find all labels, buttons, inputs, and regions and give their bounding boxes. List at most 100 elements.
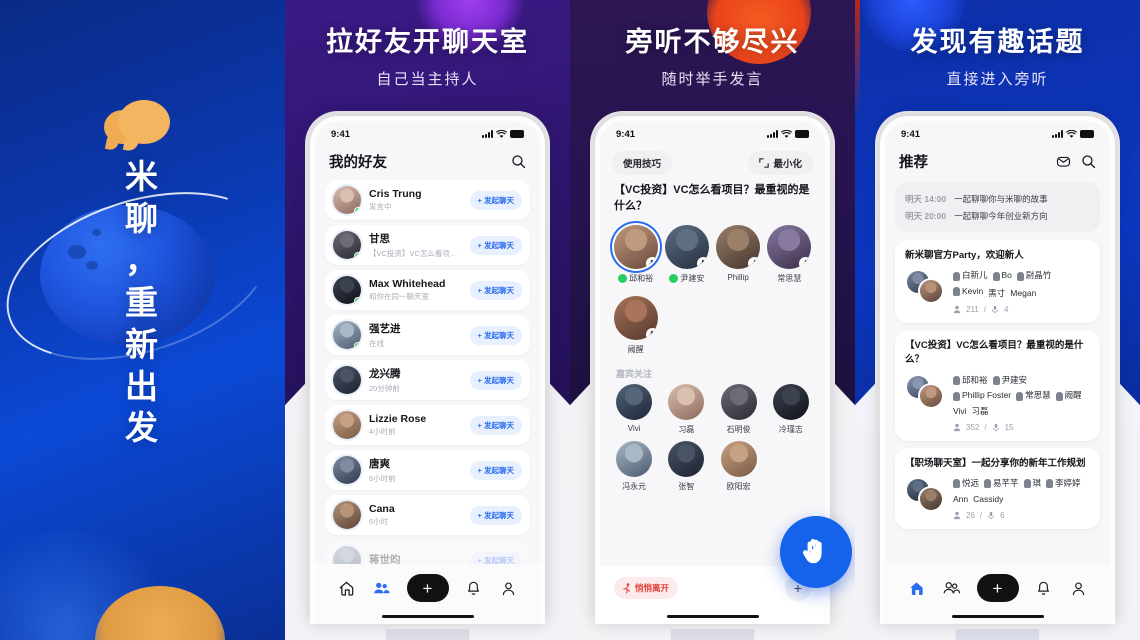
speaker-tile[interactable]: Phillip bbox=[713, 224, 764, 284]
friend-row[interactable]: 龙兴腾 20分钟前 + 发起聊天 bbox=[325, 360, 530, 400]
start-chat-button[interactable]: + 发起聊天 bbox=[469, 370, 522, 390]
start-chat-button[interactable]: + 发起聊天 bbox=[469, 235, 522, 255]
envelope-icon[interactable] bbox=[1056, 154, 1071, 169]
status-time: 9:41 bbox=[616, 128, 636, 140]
audience-name: 冯永元 bbox=[622, 481, 647, 491]
participant-name: 习磊 bbox=[972, 405, 989, 419]
speaker-count: 15 bbox=[1004, 422, 1014, 432]
friend-status: 20分钟前 bbox=[369, 383, 400, 393]
room-card[interactable]: 【VC投资】VC怎么看项目？最重视的是什么？ 邱和裕 尹建安 Phillip Fost… bbox=[895, 330, 1100, 441]
mic-icon bbox=[953, 479, 960, 489]
room-card-title: 【VC投资】VC怎么看项目？最重视的是什么？ bbox=[905, 340, 1084, 366]
participant-label: Cassidy bbox=[973, 494, 1004, 505]
sidebar-item-friends[interactable] bbox=[372, 578, 392, 598]
subhead-text: 直接进入旁听 bbox=[946, 71, 1049, 88]
brand-char: 出 bbox=[125, 367, 159, 405]
schedule-box[interactable]: 明天 14:00 一起聊聊你与米聊的故事 明天 20:00 一起聊聊今年创业新方向 bbox=[895, 182, 1100, 232]
avatar bbox=[918, 278, 944, 305]
sidebar-item-notifications[interactable] bbox=[1034, 578, 1054, 598]
participant-label: 常思慧 bbox=[1025, 390, 1051, 401]
search-icon[interactable] bbox=[1081, 154, 1096, 169]
mic-icon bbox=[748, 256, 761, 269]
room-card-title: 【职场聊天室】一起分享你的新年工作规划 bbox=[905, 457, 1086, 469]
room-toolbar: 使用技巧 最小化 bbox=[600, 147, 825, 183]
mic-icon bbox=[992, 271, 1000, 281]
panel-room: 旁听不够尽兴 随时举手发言 9:41 使用技巧 最小化 【VC投资】VC怎么看项… bbox=[570, 0, 855, 640]
sidebar-item-home[interactable] bbox=[907, 578, 927, 598]
brand-char: 发 bbox=[125, 409, 159, 447]
sidebar-item-notifications[interactable] bbox=[464, 578, 484, 598]
start-chat-button[interactable]: + 发起聊天 bbox=[469, 325, 522, 345]
audience-tile[interactable]: Vivi bbox=[608, 383, 660, 435]
battery-icon bbox=[510, 130, 524, 138]
participant-name: Bo bbox=[992, 269, 1012, 283]
start-chat-button[interactable]: + 发起聊天 bbox=[469, 415, 522, 435]
minimize-label: 最小化 bbox=[773, 159, 802, 170]
audience-tile[interactable]: 冷瑾志 bbox=[765, 383, 817, 435]
start-chat-button[interactable]: + 发起聊天 bbox=[469, 505, 522, 525]
friend-name: 甘思 bbox=[369, 233, 390, 246]
listeners-icon bbox=[953, 423, 961, 432]
friend-name: Lizzie Rose bbox=[369, 412, 427, 425]
friend-row[interactable]: 甘思 【VC投资】VC怎么看项… + 发起聊天 bbox=[325, 225, 530, 265]
brand-title: 米 聊 ， 重 新 出 发 bbox=[118, 156, 166, 449]
speakers-icon bbox=[992, 305, 998, 314]
sidebar-item-home[interactable] bbox=[337, 578, 357, 598]
audience-tile[interactable]: 张智 bbox=[660, 440, 712, 492]
room-card[interactable]: 【职场聊天室】一起分享你的新年工作规划 悦远 易芊芊 琪 李婷婷 Ann Cassidy 26… bbox=[895, 447, 1100, 529]
speaker-tile[interactable]: 常思慧 bbox=[764, 224, 815, 284]
search-icon[interactable] bbox=[511, 154, 526, 169]
room-card-counts: 211 / 4 bbox=[953, 305, 1090, 314]
avatar bbox=[613, 224, 658, 269]
friend-row[interactable]: Cana 6小时 + 发起聊天 bbox=[325, 495, 530, 535]
create-room-button[interactable]: + bbox=[976, 574, 1019, 602]
speaker-tile[interactable]: 尹建安 bbox=[661, 224, 712, 284]
room-card-list: 新米聊官方Party，欢迎新人 白新儿 Bo 尉晶竹 Kevin 黑寸 Megan 211 / 4… bbox=[885, 240, 1110, 529]
speaker-count: 4 bbox=[1004, 305, 1009, 315]
schedule-row[interactable]: 明天 20:00 一起聊聊今年创业新方向 bbox=[905, 207, 1090, 224]
sidebar-item-friends[interactable] bbox=[942, 578, 962, 598]
friend-row[interactable]: 唐爽 6小时前 + 发起聊天 bbox=[325, 450, 530, 490]
minimize-button[interactable]: 最小化 bbox=[748, 151, 813, 175]
avatar bbox=[716, 224, 761, 269]
audience-tile[interactable]: 石明俊 bbox=[713, 383, 765, 435]
status-bar: 9:41 bbox=[600, 121, 825, 147]
avatar bbox=[333, 501, 361, 529]
audience-tile[interactable]: 冯永元 bbox=[608, 440, 660, 492]
participant-name: 悦远 bbox=[953, 477, 979, 491]
panel-discover-headline: 发现有趣话题 直接进入旁听 bbox=[855, 20, 1140, 89]
sidebar-item-profile[interactable] bbox=[1069, 578, 1089, 598]
audience-tile[interactable]: 欧阳宏 bbox=[713, 440, 765, 492]
audience-tile[interactable]: 习磊 bbox=[660, 383, 712, 435]
friend-name: Cris Trung bbox=[369, 187, 422, 200]
start-chat-button[interactable]: + 发起聊天 bbox=[469, 460, 522, 480]
sidebar-item-profile[interactable] bbox=[499, 578, 519, 598]
battery-icon bbox=[1080, 130, 1094, 138]
tips-button[interactable]: 使用技巧 bbox=[612, 151, 673, 175]
subhead-text: 自己当主持人 bbox=[376, 71, 479, 88]
friend-row[interactable]: 强艺进 在线 + 发起聊天 bbox=[325, 315, 530, 355]
signal-icon bbox=[767, 130, 778, 138]
raise-hand-button[interactable] bbox=[780, 516, 852, 588]
start-chat-button[interactable]: + 发起聊天 bbox=[469, 280, 522, 300]
walk-icon bbox=[623, 582, 631, 594]
speaker-tile[interactable]: 阙醒 bbox=[610, 295, 661, 355]
speaker-tile[interactable]: 邱和裕 bbox=[610, 224, 661, 284]
participant-label: 邱和裕 bbox=[962, 374, 988, 385]
friend-row[interactable]: Max Whitehead 和你在同一聊天室 + 发起聊天 bbox=[325, 270, 530, 310]
participant-label: 尹建安 bbox=[1001, 374, 1028, 385]
participant-label: 习磊 bbox=[971, 406, 989, 417]
participant-name: Cassidy bbox=[973, 493, 1003, 507]
headline-text: 旁听不够尽兴 bbox=[625, 27, 800, 57]
friend-row[interactable]: Cris Trung 发言中 + 发起聊天 bbox=[325, 180, 530, 220]
count-separator: / bbox=[984, 422, 987, 432]
create-room-button[interactable]: + bbox=[406, 574, 449, 602]
friend-row[interactable]: Lizzie Rose 4小时前 + 发起聊天 bbox=[325, 405, 530, 445]
wifi-icon bbox=[781, 129, 792, 138]
room-card[interactable]: 新米聊官方Party，欢迎新人 白新儿 Bo 尉晶竹 Kevin 黑寸 Megan 211 / 4 bbox=[895, 240, 1100, 324]
friend-name: 强艺进 bbox=[369, 323, 401, 336]
schedule-row[interactable]: 明天 14:00 一起聊聊你与米聊的故事 bbox=[905, 190, 1090, 207]
leave-quietly-button[interactable]: 悄悄离开 bbox=[614, 577, 679, 599]
start-chat-button[interactable]: + 发起聊天 bbox=[469, 190, 522, 210]
participant-label: Megan bbox=[1010, 288, 1037, 299]
